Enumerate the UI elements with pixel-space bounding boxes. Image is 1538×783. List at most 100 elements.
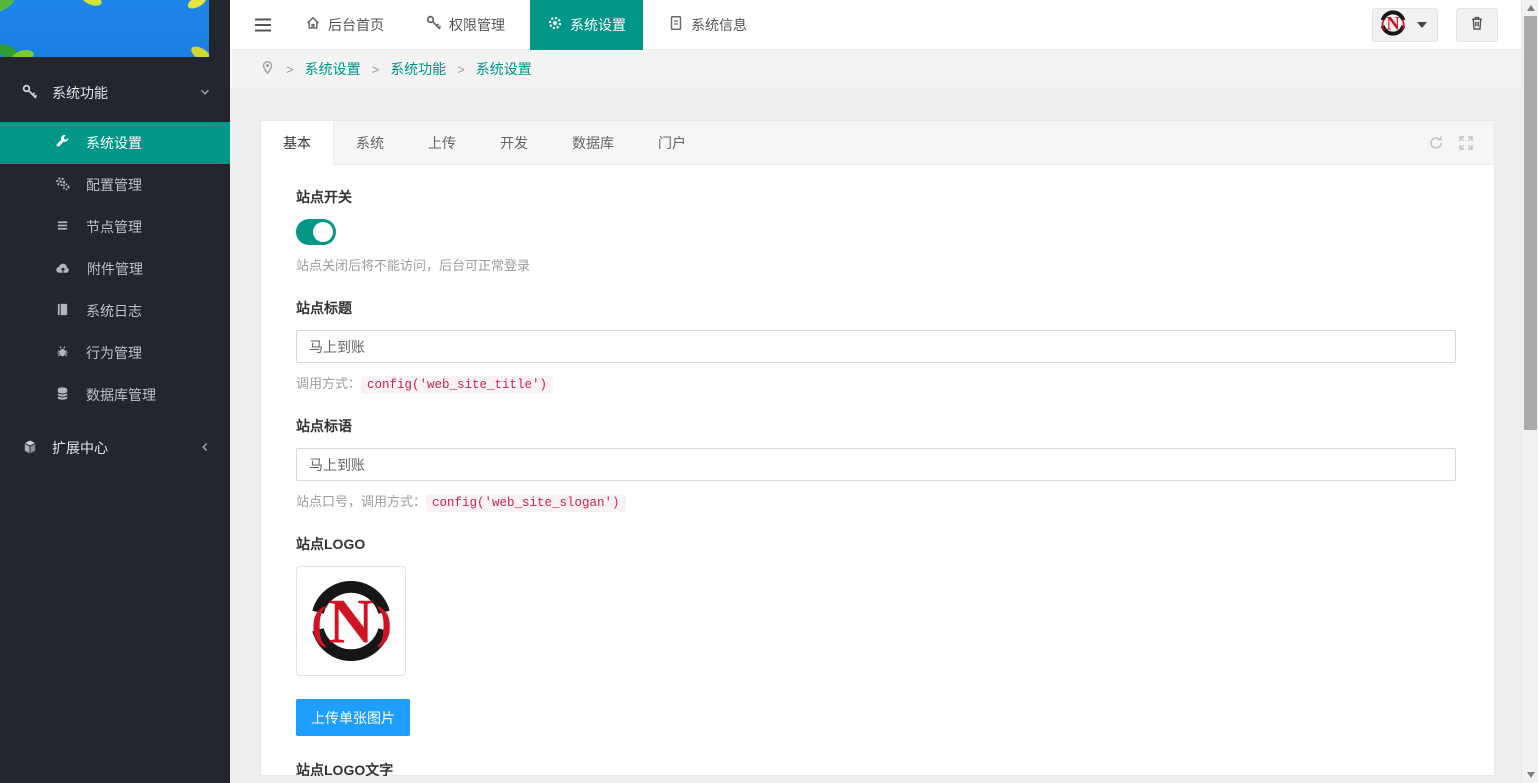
svg-text:N: N xyxy=(1386,13,1400,33)
user-menu-button[interactable]: ( ) N xyxy=(1372,8,1438,42)
nav-tab-permissions[interactable]: 权限管理 xyxy=(409,0,522,50)
site-title-input[interactable] xyxy=(296,330,1456,363)
clear-cache-button[interactable] xyxy=(1456,8,1498,42)
chevron-left-icon xyxy=(198,440,212,457)
hamburger-icon[interactable] xyxy=(246,0,280,50)
field-help: 站点关闭后将不能访问，后台可正常登录 xyxy=(296,255,1454,274)
field-site-title: 站点标题 调用方式：config('web_site_title') xyxy=(296,298,1454,392)
svg-text:N: N xyxy=(328,587,374,657)
content-area: 基本 系统 上传 开发 数据库 门户 xyxy=(230,88,1538,783)
field-site-logo-text: 站点LOGO文字 ( ) N 欧星论坛 xyxy=(296,760,1454,776)
cloud-upload-icon xyxy=(55,260,71,279)
sidebar: 系统功能 系统设置 配置管理 节点管理 xyxy=(0,0,230,783)
trash-icon xyxy=(1469,15,1485,34)
refresh-icon[interactable] xyxy=(1428,135,1444,151)
home-icon xyxy=(305,15,321,34)
sidebar-item-attachments[interactable]: 附件管理 xyxy=(0,248,230,290)
sidebar-item-system-logs[interactable]: 系统日志 xyxy=(0,290,230,332)
list-icon xyxy=(55,218,70,236)
sidebar-item-label: 配置管理 xyxy=(86,175,142,195)
file-icon xyxy=(668,15,684,34)
settings-card: 基本 系统 上传 开发 数据库 门户 xyxy=(260,120,1495,776)
field-site-switch: 站点开关 站点关闭后将不能访问，后台可正常登录 xyxy=(296,187,1454,274)
sidebar-group-label: 系统功能 xyxy=(52,83,198,103)
sidebar-item-label: 节点管理 xyxy=(86,217,142,237)
tab-label: 上传 xyxy=(428,133,456,153)
tab-portal[interactable]: 门户 xyxy=(636,121,708,165)
upload-single-image-button[interactable]: 上传单张图片 xyxy=(296,699,410,736)
site-switch-toggle[interactable] xyxy=(296,219,336,245)
sidebar-group-system[interactable]: 系统功能 xyxy=(0,71,230,115)
nav-tab-label: 权限管理 xyxy=(449,15,505,35)
help-code: config('web_site_title') xyxy=(361,376,553,394)
field-label: 站点LOGO xyxy=(296,534,1454,554)
key-icon xyxy=(426,15,442,34)
svg-text:): ) xyxy=(376,597,392,649)
sidebar-item-label: 附件管理 xyxy=(87,259,143,279)
tab-system[interactable]: 系统 xyxy=(334,121,406,165)
field-label: 站点LOGO文字 xyxy=(296,760,1454,776)
nav-tab-label: 后台首页 xyxy=(328,15,384,35)
sidebar-item-system-settings[interactable]: 系统设置 xyxy=(0,122,230,164)
field-help: 调用方式：config('web_site_title') xyxy=(296,373,1454,392)
scrollbar-thumb[interactable] xyxy=(1524,16,1537,430)
sidebar-item-behavior[interactable]: 行为管理 xyxy=(0,332,230,374)
sidebar-group-label: 扩展中心 xyxy=(52,438,198,458)
site-logo-n: ( ) N xyxy=(306,576,396,666)
tab-label: 门户 xyxy=(658,133,686,153)
card-tools xyxy=(1428,121,1474,165)
field-label: 站点开关 xyxy=(296,187,1454,207)
scroll-down-arrow[interactable] xyxy=(1522,767,1538,783)
breadcrumb-link-3[interactable]: 系统设置 xyxy=(476,59,532,79)
settings-form: 站点开关 站点关闭后将不能访问，后台可正常登录 站点标题 调用方式：config… xyxy=(261,165,1494,776)
cube-icon xyxy=(22,439,38,458)
settings-tabs: 基本 系统 上传 开发 数据库 门户 xyxy=(261,121,1494,165)
scroll-up-arrow[interactable] xyxy=(1522,0,1538,16)
field-help: 站点口号，调用方式：config('web_site_slogan') xyxy=(296,491,1454,510)
key-icon xyxy=(22,84,38,103)
help-text: 站点口号，调用方式： xyxy=(296,494,426,509)
nav-tab-label: 系统设置 xyxy=(570,15,626,35)
nav-tab-label: 系统信息 xyxy=(691,15,747,35)
svg-text:): ) xyxy=(1401,17,1406,32)
field-label: 站点标语 xyxy=(296,416,1454,436)
breadcrumb: > 系统设置 > 系统功能 > 系统设置 xyxy=(230,50,1538,88)
sidebar-item-nodes[interactable]: 节点管理 xyxy=(0,206,230,248)
field-site-logo: 站点LOGO ( ) N 上传单张图片 xyxy=(296,534,1454,736)
pin-icon xyxy=(260,60,275,78)
breadcrumb-separator: > xyxy=(457,62,465,77)
tab-basic[interactable]: 基本 xyxy=(261,121,334,165)
sidebar-item-database[interactable]: 数据库管理 xyxy=(0,374,230,416)
breadcrumb-separator: > xyxy=(372,62,380,77)
sidebar-group-extend[interactable]: 扩展中心 xyxy=(0,426,230,470)
nav-tab-home[interactable]: 后台首页 xyxy=(288,0,401,50)
sidebar-item-label: 系统设置 xyxy=(86,133,142,153)
expand-icon[interactable] xyxy=(1458,135,1474,151)
tab-develop[interactable]: 开发 xyxy=(478,121,550,165)
book-icon xyxy=(55,302,70,320)
sidebar-item-label: 系统日志 xyxy=(86,301,142,321)
tab-upload[interactable]: 上传 xyxy=(406,121,478,165)
tab-label: 开发 xyxy=(500,133,528,153)
tab-database[interactable]: 数据库 xyxy=(550,121,636,165)
tab-label: 数据库 xyxy=(572,133,614,153)
svg-text:(: ( xyxy=(311,597,327,649)
leaves-banner-graphic xyxy=(0,0,209,57)
sidebar-item-config[interactable]: 配置管理 xyxy=(0,164,230,206)
help-text: 调用方式： xyxy=(296,376,361,391)
nav-tab-system-info[interactable]: 系统信息 xyxy=(651,0,764,50)
wrench-icon xyxy=(55,134,70,152)
breadcrumb-link-2[interactable]: 系统功能 xyxy=(390,59,446,79)
user-avatar: ( ) N xyxy=(1379,9,1407,40)
site-slogan-input[interactable] xyxy=(296,448,1456,481)
vertical-scrollbar[interactable] xyxy=(1521,0,1538,783)
nav-tab-system-settings[interactable]: 系统设置 xyxy=(530,0,643,50)
site-logo-preview[interactable]: ( ) N xyxy=(296,566,406,676)
topbar-right: ( ) N xyxy=(1372,8,1538,42)
tab-label: 系统 xyxy=(356,133,384,153)
sidebar-banner-image xyxy=(0,0,209,57)
top-navbar: 后台首页 权限管理 系统设置 系统信息 xyxy=(230,0,1538,50)
main-area: 后台首页 权限管理 系统设置 系统信息 xyxy=(230,0,1538,783)
sidebar-item-label: 数据库管理 xyxy=(86,385,156,405)
breadcrumb-link-1[interactable]: 系统设置 xyxy=(305,59,361,79)
